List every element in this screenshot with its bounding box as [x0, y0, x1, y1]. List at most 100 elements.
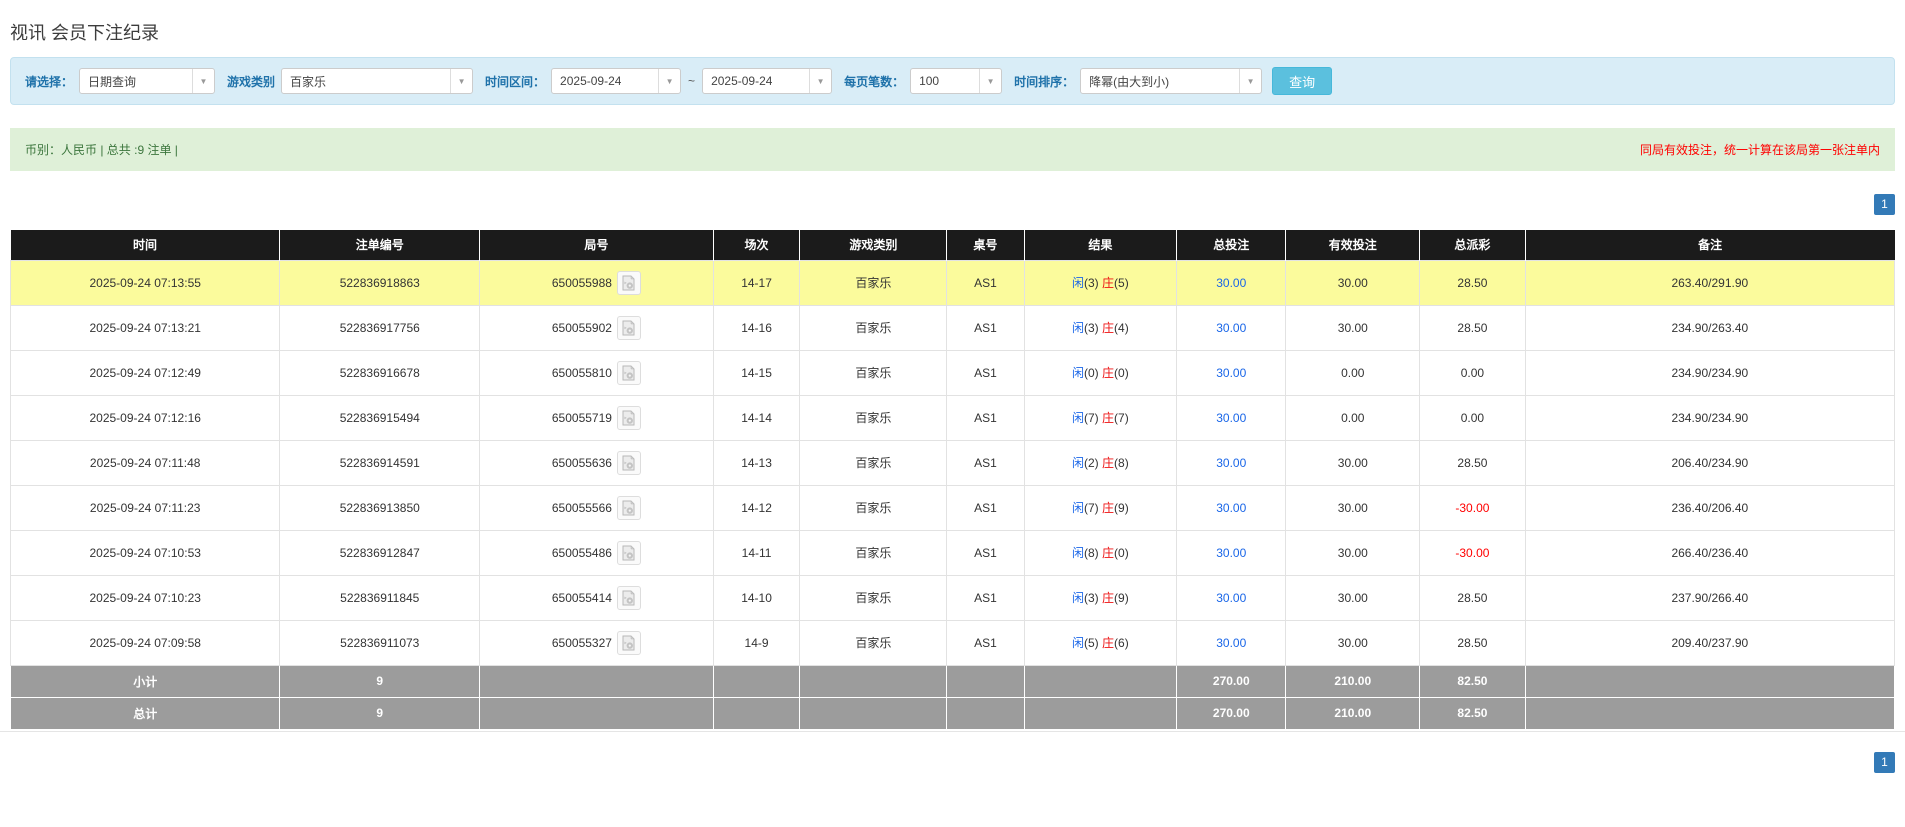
video-replay-button[interactable] [616, 270, 641, 295]
cell-time: 2025-09-24 07:12:16 [9, 394, 281, 441]
query-type-select[interactable]: 日期查询 ▼ [79, 68, 216, 94]
bet-records-table: 时间 注单编号 局号 场次 游戏类别 桌号 结果 总投注 有效投注 总派彩 备注 2025-09-2… [9, 230, 1896, 730]
game-type-select[interactable]: 百家乐 ▼ [281, 68, 474, 94]
page-1-button[interactable]: 1 [1874, 194, 1895, 215]
column-header: 备注 [1525, 230, 1895, 260]
summary-valid-bet: 210.00 [1285, 696, 1421, 730]
summary-empty-cell [946, 696, 1025, 730]
cell-game-type: 百家乐 [799, 574, 948, 621]
bottom-divider [0, 730, 1905, 732]
cell-payout: -30.00 [1419, 484, 1526, 531]
cell-remark: 234.90/234.90 [1524, 349, 1896, 396]
cell-remark: 266.40/236.40 [1524, 529, 1896, 576]
cell-valid-bet: 30.00 [1285, 529, 1421, 576]
result-banker-label: 庄 [1102, 276, 1115, 290]
cell-round: 650055988 [479, 259, 714, 306]
total-bet-link[interactable]: 30.00 [1216, 321, 1246, 335]
cell-total-bet: 30.00 [1176, 574, 1287, 621]
chevron-down-icon: ▼ [979, 69, 1001, 93]
result-player-label: 闲 [1071, 366, 1084, 380]
total-bet-link[interactable]: 30.00 [1216, 411, 1246, 425]
cell-bet-id: 522836915494 [279, 394, 481, 441]
cell-payout: 0.00 [1419, 349, 1526, 396]
cell-round: 650055719 [479, 394, 714, 441]
cell-remark: 209.40/237.90 [1524, 619, 1896, 666]
cell-table-no: AS1 [946, 304, 1025, 351]
total-bet-link[interactable]: 30.00 [1216, 591, 1246, 605]
total-bet-link[interactable]: 30.00 [1216, 636, 1246, 650]
page-container: 视讯 会员下注纪录 请选择： 日期查询 ▼ 游戏类别 百家乐 ▼ 时间区间： 2… [0, 22, 1905, 730]
cell-bet-id: 522836911845 [279, 574, 481, 621]
round-wrap: 650055719 [552, 405, 641, 430]
video-icon [622, 319, 636, 335]
cell-result: 闲(2) 庄(8) [1023, 439, 1178, 486]
video-icon [622, 454, 636, 470]
total-bet-link[interactable]: 30.00 [1216, 456, 1246, 470]
summary-empty-cell [712, 664, 801, 698]
result-banker-score: (9) [1114, 501, 1129, 515]
video-replay-button[interactable] [616, 585, 641, 610]
time-sort-select[interactable]: 降幂(由大到小) ▼ [1080, 68, 1263, 94]
video-replay-button[interactable] [616, 315, 641, 340]
table-row: 2025-09-24 07:11:48 522836914591 650055636… [9, 439, 1896, 486]
cell-session: 14-17 [712, 259, 801, 306]
round-wrap: 650055636 [552, 450, 641, 475]
cell-game-type: 百家乐 [799, 349, 948, 396]
summary-label: 小计 [9, 664, 281, 698]
total-bet-link[interactable]: 30.00 [1216, 276, 1246, 290]
cell-time: 2025-09-24 07:09:58 [9, 619, 281, 666]
cell-session: 14-11 [712, 529, 801, 576]
chevron-down-icon: ▼ [658, 69, 680, 93]
cell-game-type: 百家乐 [799, 484, 948, 531]
round-wrap: 650055902 [551, 315, 641, 340]
result-banker-score: (9) [1114, 591, 1129, 605]
result-player-score: (7) [1084, 411, 1099, 425]
video-icon [622, 409, 636, 425]
summary-count: 9 [279, 696, 481, 730]
summary-empty-cell [799, 696, 948, 730]
video-replay-button[interactable] [616, 450, 641, 475]
summary-empty-cell [479, 664, 714, 698]
column-header: 游戏类别 [799, 230, 948, 260]
total-bet-link[interactable]: 30.00 [1216, 366, 1246, 380]
date-to-select[interactable]: 2025-09-24 ▼ [702, 68, 833, 94]
result-banker-score: (0) [1114, 546, 1129, 560]
cell-bet-id: 522836911073 [279, 619, 481, 666]
video-replay-button[interactable] [616, 540, 641, 565]
summary-empty-cell [946, 664, 1025, 698]
cell-result: 闲(3) 庄(9) [1023, 574, 1178, 621]
cell-remark: 263.40/291.90 [1524, 259, 1896, 306]
chevron-down-icon: ▼ [450, 69, 472, 93]
total-bet-link[interactable]: 30.00 [1216, 501, 1246, 515]
cell-table-no: AS1 [946, 574, 1025, 621]
cell-payout: 28.50 [1419, 304, 1526, 351]
date-from-select[interactable]: 2025-09-24 ▼ [551, 68, 682, 94]
video-replay-button[interactable] [616, 405, 641, 430]
summary-payout: 82.50 [1419, 664, 1526, 698]
cell-game-type: 百家乐 [799, 439, 948, 486]
cell-session: 14-16 [712, 304, 801, 351]
result-banker-label: 庄 [1102, 366, 1115, 380]
result-banker-label: 庄 [1102, 501, 1115, 515]
result-player-score: (3) [1084, 276, 1099, 290]
page-1-button[interactable]: 1 [1874, 751, 1895, 773]
page-size-select[interactable]: 100 ▼ [910, 68, 1003, 94]
total-bet-link[interactable]: 30.00 [1216, 546, 1246, 560]
search-button[interactable]: 查询 [1272, 67, 1333, 95]
page-size-value: 100 [919, 74, 940, 88]
round-number: 650055902 [551, 320, 612, 335]
video-replay-button[interactable] [616, 360, 641, 385]
cell-valid-bet: 30.00 [1285, 574, 1421, 621]
cell-valid-bet: 30.00 [1285, 484, 1421, 531]
cell-table-no: AS1 [946, 349, 1025, 396]
cell-payout: 28.50 [1419, 574, 1526, 621]
round-wrap: 650055414 [552, 585, 641, 610]
result-player-score: (3) [1084, 591, 1099, 605]
cell-time: 2025-09-24 07:10:53 [9, 529, 281, 576]
table-row: 2025-09-24 07:10:53 522836912847 650055486… [9, 529, 1896, 576]
summary-total-bet: 270.00 [1176, 696, 1287, 730]
video-replay-button[interactable] [616, 495, 641, 520]
cell-session: 14-12 [712, 484, 801, 531]
result-player-label: 闲 [1071, 321, 1084, 335]
video-replay-button[interactable] [616, 630, 641, 655]
